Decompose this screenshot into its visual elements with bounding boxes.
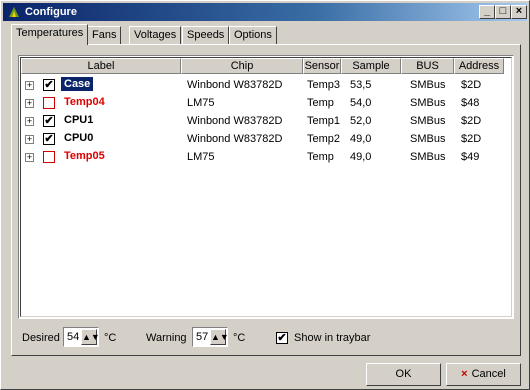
row-chip: LM75	[187, 151, 215, 163]
row-checkbox[interactable]: ✔	[43, 79, 55, 91]
expand-icon[interactable]: +	[25, 99, 34, 108]
desired-unit: °C	[104, 332, 117, 344]
expand-icon[interactable]: +	[25, 135, 34, 144]
table-row[interactable]: + Temp04 LM75 Temp 54,0 SMBus $48	[21, 94, 501, 112]
row-address: $2D	[461, 115, 482, 127]
warning-spin-icon[interactable]: ▲▼	[210, 329, 229, 345]
table-row[interactable]: + Temp05 LM75 Temp 49,0 SMBus $49	[21, 148, 501, 166]
table-row[interactable]: + ✔ CPU1 Winbond W83782D Temp1 52,0 SMBus $2D	[21, 112, 501, 130]
expand-icon[interactable]: +	[25, 117, 34, 126]
row-chip: Winbond W83782D	[187, 79, 283, 91]
maximize-button[interactable]: □	[495, 5, 511, 19]
temperatures-panel: Label Chip Sensor Sample BUS Address + ✔ C…	[11, 44, 521, 356]
row-sensor: Temp	[307, 151, 334, 163]
row-address: $48	[461, 97, 480, 109]
desired-label: Desired	[22, 332, 60, 344]
row-sensor: Temp3	[307, 79, 341, 91]
row-checkbox[interactable]: ✔	[43, 115, 55, 127]
row-bus: SMBus	[410, 97, 446, 109]
row-sample: 54,0	[350, 97, 372, 109]
row-sample: 52,0	[350, 115, 372, 127]
expand-icon[interactable]: +	[25, 81, 34, 90]
row-sample: 53,5	[350, 79, 372, 91]
row-label[interactable]: CPU1	[61, 113, 96, 127]
row-sample: 49,0	[350, 133, 372, 145]
row-bus: SMBus	[410, 133, 446, 145]
desired-value[interactable]: 54	[67, 331, 79, 343]
column-header-bus[interactable]: BUS	[401, 58, 454, 74]
row-label[interactable]: Temp04	[61, 95, 108, 109]
row-address: $49	[461, 151, 480, 163]
row-bus: SMBus	[410, 115, 446, 127]
row-sensor: Temp2	[307, 133, 341, 145]
column-header-label[interactable]: Label	[21, 58, 181, 74]
ok-button[interactable]: OK	[366, 363, 441, 386]
row-checkbox[interactable]	[43, 151, 55, 163]
configure-window: Configure _ □ × Temperatures Fans Voltag…	[0, 0, 530, 390]
cancel-label: Cancel	[471, 368, 506, 380]
row-label[interactable]: CPU0	[61, 131, 96, 145]
row-address: $2D	[461, 79, 482, 91]
tab-fans[interactable]: Fans	[87, 26, 122, 44]
row-chip: LM75	[187, 97, 215, 109]
table-row[interactable]: + ✔ Case Winbond W83782D Temp3 53,5 SMBus $2D	[21, 76, 501, 94]
row-checkbox[interactable]	[43, 97, 55, 109]
title-bar[interactable]: Configure _ □ ×	[3, 3, 527, 21]
traybar-label[interactable]: Show in traybar	[294, 332, 370, 344]
cancel-icon: ×	[461, 368, 468, 380]
warning-label: Warning	[146, 332, 187, 344]
row-chip: Winbond W83782D	[187, 115, 283, 127]
app-icon	[9, 7, 19, 17]
threshold-bar: Desired 54 ▲▼ °C Warning 57 ▲▼ °C ✔ Show…	[18, 327, 514, 351]
warning-value[interactable]: 57	[196, 331, 208, 343]
row-chip: Winbond W83782D	[187, 133, 283, 145]
desired-spin-icon[interactable]: ▲▼	[81, 329, 100, 345]
traybar-checkbox[interactable]: ✔	[276, 332, 288, 344]
column-header-sample[interactable]: Sample	[341, 58, 401, 74]
warning-spinbox[interactable]: 57 ▲▼	[192, 327, 229, 347]
row-sensor: Temp	[307, 97, 334, 109]
column-header-address[interactable]: Address	[454, 58, 504, 74]
row-sample: 49,0	[350, 151, 372, 163]
tab-speeds[interactable]: Speeds	[182, 26, 230, 44]
expand-icon[interactable]: +	[25, 153, 34, 162]
minimize-button[interactable]: _	[479, 5, 495, 19]
desired-spinbox[interactable]: 54 ▲▼	[63, 327, 100, 347]
row-address: $2D	[461, 133, 482, 145]
row-bus: SMBus	[410, 79, 446, 91]
column-header-sensor[interactable]: Sensor	[303, 58, 341, 74]
row-label[interactable]: Temp05	[61, 149, 108, 163]
tab-temperatures[interactable]: Temperatures	[11, 24, 89, 45]
row-checkbox[interactable]: ✔	[43, 133, 55, 145]
tab-voltages[interactable]: Voltages	[129, 26, 182, 44]
column-header-chip[interactable]: Chip	[181, 58, 303, 74]
sensor-list[interactable]: Label Chip Sensor Sample BUS Address + ✔ C…	[18, 55, 514, 319]
row-sensor: Temp1	[307, 115, 341, 127]
close-button[interactable]: ×	[511, 5, 527, 19]
tab-options[interactable]: Options	[229, 26, 277, 44]
warning-unit: °C	[233, 332, 246, 344]
row-label[interactable]: Case	[59, 76, 95, 92]
row-bus: SMBus	[410, 151, 446, 163]
table-row[interactable]: + ✔ CPU0 Winbond W83782D Temp2 49,0 SMBus $2D	[21, 130, 501, 148]
cancel-button[interactable]: × Cancel	[446, 363, 521, 386]
window-title: Configure	[25, 6, 77, 18]
